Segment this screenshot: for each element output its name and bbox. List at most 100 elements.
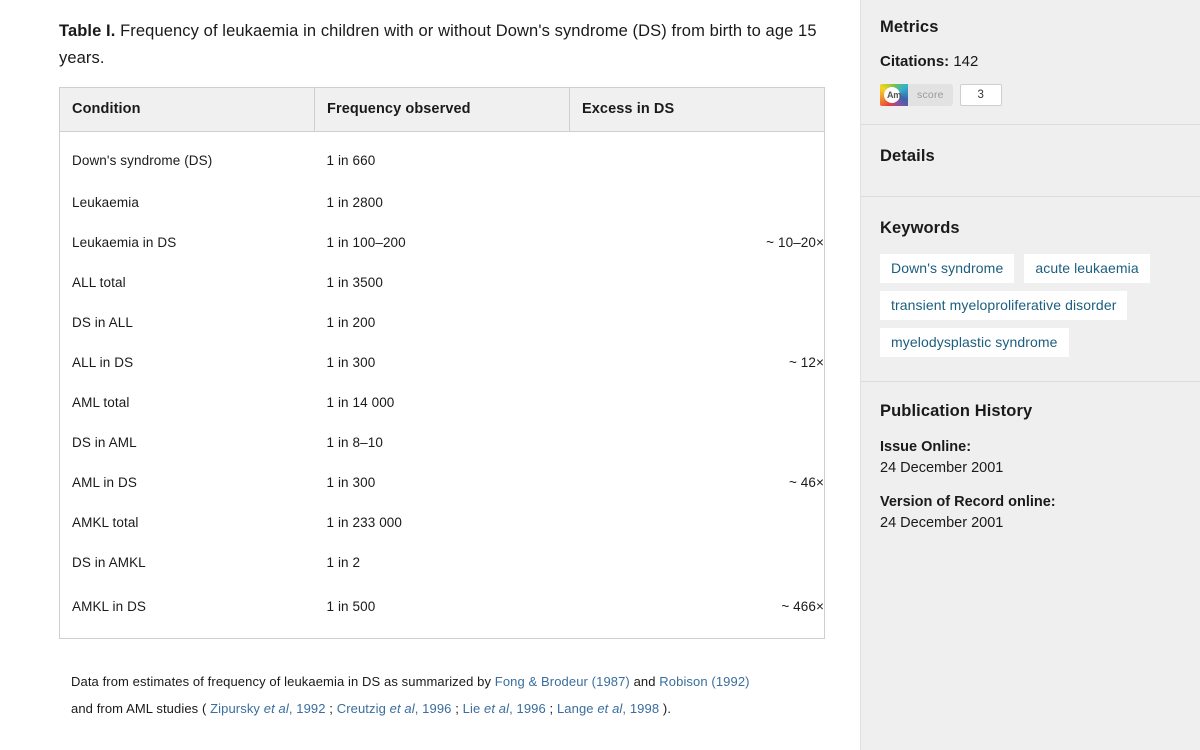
table-row: AMKL total 1 in 233 000 <box>60 502 825 542</box>
cell-frequency: 1 in 14 000 <box>315 382 570 422</box>
cell-frequency: 1 in 233 000 <box>315 502 570 542</box>
cell-condition: DS in AMKL <box>60 542 315 582</box>
citation-year: , 1996 <box>415 701 452 716</box>
leukaemia-frequency-table: Condition Frequency observed Excess in D… <box>59 87 825 639</box>
citation-year: , 1992 <box>289 701 326 716</box>
table-row: Down's syndrome (DS) 1 in 660 <box>60 132 825 183</box>
citation-link-creutzig[interactable]: Creutzig et al, 1996 <box>337 701 452 716</box>
issue-online-value: 24 December 2001 <box>880 458 1180 479</box>
version-of-record-label: Version of Record online: <box>880 492 1180 513</box>
cell-excess: ~ 466× <box>570 582 825 639</box>
altmetric-score-value: 3 <box>960 84 1002 106</box>
cell-condition: Down's syndrome (DS) <box>60 132 315 183</box>
cell-condition: Leukaemia in DS <box>60 222 315 262</box>
details-title: Details <box>880 147 1180 166</box>
cell-excess: ~ 10–20× <box>570 222 825 262</box>
table-row: AMKL in DS 1 in 500 ~ 466× <box>60 582 825 639</box>
cell-frequency: 1 in 100–200 <box>315 222 570 262</box>
cell-frequency: 1 in 300 <box>315 342 570 382</box>
issue-online-label: Issue Online: <box>880 437 1180 458</box>
keyword-chip[interactable]: Down's syndrome <box>880 254 1014 283</box>
keyword-chip[interactable]: acute leukaemia <box>1024 254 1149 283</box>
altmetric-logo-text: Am <box>887 90 901 100</box>
cell-condition: AMKL total <box>60 502 315 542</box>
citation-etal: et al <box>390 701 415 716</box>
citation-link-zipursky[interactable]: Zipursky et al, 1992 <box>210 701 325 716</box>
keyword-chip[interactable]: transient myeloproliferative disorder <box>880 291 1127 320</box>
cell-condition: DS in AML <box>60 422 315 462</box>
footnote-separator: ; <box>451 701 462 716</box>
cell-frequency: 1 in 8–10 <box>315 422 570 462</box>
table-caption-text: Frequency of leukaemia in children with … <box>59 22 817 67</box>
metrics-title: Metrics <box>880 18 1180 37</box>
cell-frequency: 1 in 500 <box>315 582 570 639</box>
cell-excess <box>570 502 825 542</box>
footnote-line-1: Data from estimates of frequency of leuk… <box>71 669 811 696</box>
citation-author: Lange <box>557 701 594 716</box>
table-caption: Table I. Frequency of leukaemia in child… <box>59 18 819 71</box>
altmetric-badge[interactable]: Am score 3 <box>880 84 1180 106</box>
citation-author: Creutzig <box>337 701 386 716</box>
cell-excess <box>570 302 825 342</box>
cell-frequency: 1 in 3500 <box>315 262 570 302</box>
altmetric-donut-icon: Am <box>880 84 908 106</box>
cell-excess: ~ 12× <box>570 342 825 382</box>
column-header-frequency: Frequency observed <box>315 88 570 132</box>
citation-link-lange[interactable]: Lange et al, 1998 <box>557 701 659 716</box>
cell-condition: AMKL in DS <box>60 582 315 639</box>
keywords-title: Keywords <box>880 219 1180 238</box>
table-head: Condition Frequency observed Excess in D… <box>60 88 825 132</box>
table-row: AML total 1 in 14 000 <box>60 382 825 422</box>
citation-link-fong-brodeur[interactable]: Fong & Brodeur (1987) <box>495 674 630 689</box>
footnote-separator: ; <box>546 701 557 716</box>
citations-label: Citations: <box>880 53 949 70</box>
cell-frequency: 1 in 200 <box>315 302 570 342</box>
cell-frequency: 1 in 2 <box>315 542 570 582</box>
citation-link-lie[interactable]: Lie et al, 1996 <box>463 701 546 716</box>
main-content: Table I. Frequency of leukaemia in child… <box>0 0 860 750</box>
citation-etal: et al <box>484 701 509 716</box>
table-caption-label: Table I. <box>59 22 115 40</box>
cell-frequency: 1 in 660 <box>315 132 570 183</box>
cell-excess <box>570 262 825 302</box>
cell-excess <box>570 542 825 582</box>
keyword-chip[interactable]: myelodysplastic syndrome <box>880 328 1069 357</box>
keywords-section: Keywords Down's syndrome acute leukaemia… <box>861 197 1200 382</box>
table-body: Down's syndrome (DS) 1 in 660 Leukaemia … <box>60 132 825 639</box>
cell-condition: DS in ALL <box>60 302 315 342</box>
cell-excess <box>570 132 825 183</box>
publication-history-section: Publication History Issue Online: 24 Dec… <box>861 382 1200 552</box>
citation-year: , 1996 <box>509 701 546 716</box>
table-row: AML in DS 1 in 300 ~ 46× <box>60 462 825 502</box>
table-row: ALL in DS 1 in 300 ~ 12× <box>60 342 825 382</box>
keyword-list: Down's syndrome acute leukaemia transien… <box>880 254 1180 357</box>
citation-etal: et al <box>597 701 622 716</box>
cell-frequency: 1 in 300 <box>315 462 570 502</box>
column-header-excess: Excess in DS <box>570 88 825 132</box>
publication-history-entry: Issue Online: 24 December 2001 <box>880 437 1180 479</box>
cell-excess <box>570 422 825 462</box>
column-header-condition: Condition <box>60 88 315 132</box>
cell-condition: ALL in DS <box>60 342 315 382</box>
footnote-text: ). <box>659 701 671 716</box>
footnote-text: and <box>630 674 659 689</box>
details-section[interactable]: Details <box>861 125 1200 197</box>
cell-condition: ALL total <box>60 262 315 302</box>
version-of-record-value: 24 December 2001 <box>880 513 1180 534</box>
footnote-text: and from AML studies ( <box>71 701 210 716</box>
citation-year: , 1998 <box>622 701 659 716</box>
altmetric-score-label: score <box>908 84 953 106</box>
citation-author: Zipursky <box>210 701 260 716</box>
article-sidebar: Metrics Citations: 142 Am score 3 Detail… <box>860 0 1200 750</box>
cell-condition: AML in DS <box>60 462 315 502</box>
citation-link-robison[interactable]: Robison (1992) <box>659 674 749 689</box>
cell-excess: ~ 46× <box>570 462 825 502</box>
table-footnote: Data from estimates of frequency of leuk… <box>71 669 811 722</box>
table-row: Leukaemia in DS 1 in 100–200 ~ 10–20× <box>60 222 825 262</box>
cell-excess <box>570 382 825 422</box>
table-row: DS in ALL 1 in 200 <box>60 302 825 342</box>
cell-condition: AML total <box>60 382 315 422</box>
footnote-line-2: and from AML studies ( Zipursky et al, 1… <box>71 696 811 723</box>
cell-frequency: 1 in 2800 <box>315 182 570 222</box>
metrics-section: Metrics Citations: 142 Am score 3 <box>861 0 1200 125</box>
